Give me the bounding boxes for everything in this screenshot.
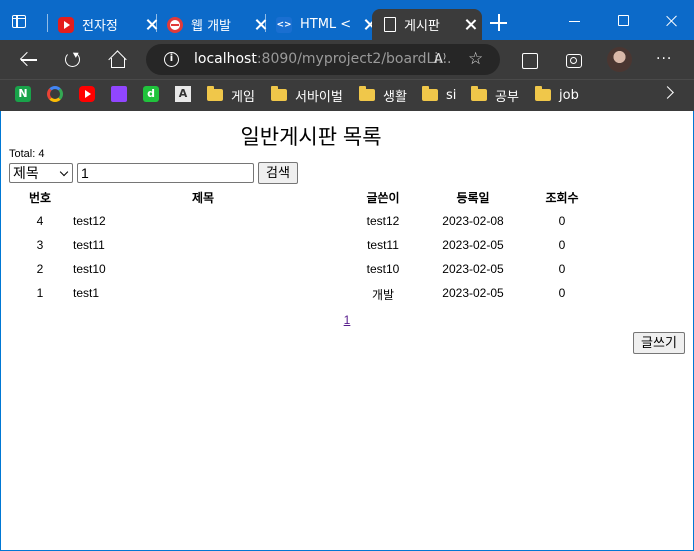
favorite-folder-survival[interactable]: 서바이벌 <box>271 86 343 105</box>
folder-icon <box>271 86 287 101</box>
new-tab-button[interactable] <box>490 14 508 32</box>
info-icon[interactable]: i <box>164 52 179 67</box>
folder-icon <box>359 86 375 101</box>
extensions-icon[interactable] <box>563 50 583 70</box>
folder-icon <box>471 86 487 101</box>
write-button[interactable]: 글쓰기 <box>633 332 685 354</box>
favorites-bar: N d A 게임 서바이벌 생활 si 공부 job <box>0 79 694 111</box>
tab-web-dev[interactable]: 웹 개발 <box>167 9 268 40</box>
search-field-select[interactable]: 제목 <box>9 163 73 183</box>
page-title: 일반게시판 목록 <box>240 126 382 149</box>
favorite-folder-job[interactable]: job <box>535 86 579 104</box>
close-icon[interactable] <box>464 18 478 32</box>
row-date: 2023-02-05 <box>442 238 504 252</box>
google-icon[interactable] <box>47 86 63 102</box>
code-icon: <> <box>276 16 292 33</box>
favorite-folder-life[interactable]: 생활 <box>359 86 407 105</box>
header-writer: 글쓴이 <box>366 191 400 205</box>
search-input[interactable]: 1 <box>77 163 254 183</box>
twitch-icon[interactable] <box>111 86 127 102</box>
tab-separator <box>156 14 157 32</box>
tab-separator <box>265 14 266 32</box>
header-date: 등록일 <box>456 191 490 205</box>
more-icon[interactable]: ··· <box>656 52 672 66</box>
row-title-link[interactable]: test12 <box>73 214 333 228</box>
row-no: 4 <box>36 214 44 228</box>
row-views: 0 <box>558 286 566 300</box>
minimize-button[interactable] <box>569 21 580 23</box>
tab-actions-button[interactable] <box>6 9 32 33</box>
page-link-1[interactable]: 1 <box>1 313 693 327</box>
title-bar: 전자정 웹 개발 <> HTML < 게시판 <box>0 0 694 40</box>
a-site-icon[interactable]: A <box>175 86 191 102</box>
row-views: 0 <box>558 238 566 252</box>
row-title-link[interactable]: test1 <box>73 286 333 300</box>
favorite-folder-si[interactable]: si <box>422 86 456 104</box>
youtube-icon[interactable] <box>79 86 95 102</box>
row-views: 0 <box>558 214 566 228</box>
address-bar[interactable]: i localhost:8090/myproject2/boardLi... A… <box>146 44 500 75</box>
chevron-down-icon <box>59 167 69 177</box>
tab-label: 전자정 <box>82 19 118 34</box>
row-views: 0 <box>558 262 566 276</box>
refresh-icon[interactable] <box>63 50 83 70</box>
favorite-folder-game[interactable]: 게임 <box>207 86 255 105</box>
row-no: 1 <box>36 286 44 300</box>
row-no: 3 <box>36 238 44 252</box>
row-writer: test11 <box>367 238 399 252</box>
close-window-button[interactable] <box>665 14 679 28</box>
row-date: 2023-02-08 <box>442 214 504 228</box>
read-aloud-icon[interactable]: A⁾ <box>434 52 446 67</box>
header-title: 제목 <box>191 191 215 205</box>
youtube-icon <box>58 16 74 33</box>
d-site-icon[interactable]: d <box>143 86 159 102</box>
row-date: 2023-02-05 <box>442 262 504 276</box>
naver-icon[interactable]: N <box>15 86 31 102</box>
folder-icon <box>535 86 551 101</box>
tab-actions-icon <box>12 14 26 28</box>
tab-label: 게시판 <box>404 19 440 34</box>
tab-label: HTML < <box>300 17 352 32</box>
chevron-right-icon[interactable] <box>661 86 674 99</box>
row-writer: test12 <box>366 214 400 228</box>
favorites-icon[interactable] <box>519 50 539 70</box>
folder-icon <box>207 86 223 101</box>
back-icon[interactable] <box>19 50 39 70</box>
tab-separator <box>47 14 48 32</box>
search-button[interactable]: 검색 <box>258 162 298 184</box>
url-text[interactable]: localhost:8090/myproject2/boardLi... <box>194 51 452 67</box>
tab-label: 웹 개발 <box>191 19 232 34</box>
row-title-link[interactable]: test10 <box>73 262 333 276</box>
home-icon[interactable] <box>107 50 127 70</box>
row-no: 2 <box>36 262 44 276</box>
browser-toolbar: i localhost:8090/myproject2/boardLi... A… <box>0 40 694 79</box>
tab-html[interactable]: <> HTML < <box>276 9 377 40</box>
total-count: Total: 4 <box>9 148 45 160</box>
maximize-button[interactable] <box>618 15 629 26</box>
page-content: 일반게시판 목록 Total: 4 제목 1 검색 번호 제목 글쓴이 등록일 … <box>1 111 693 550</box>
row-writer: test10 <box>366 262 400 276</box>
favorite-folder-study[interactable]: 공부 <box>471 86 519 105</box>
row-date: 2023-02-05 <box>442 286 504 300</box>
header-no: 번호 <box>28 191 52 205</box>
folder-icon <box>422 86 438 101</box>
tab-board[interactable]: 게시판 <box>372 9 482 40</box>
row-title-link[interactable]: test11 <box>73 238 333 252</box>
web-icon <box>167 16 183 33</box>
document-icon <box>384 17 396 32</box>
row-writer: 개발 <box>371 288 395 302</box>
header-views: 조회수 <box>545 191 579 205</box>
profile-avatar[interactable] <box>607 47 632 72</box>
add-favorite-icon[interactable]: ☆ <box>468 49 483 69</box>
tab-youtube[interactable]: 전자정 <box>58 9 159 40</box>
